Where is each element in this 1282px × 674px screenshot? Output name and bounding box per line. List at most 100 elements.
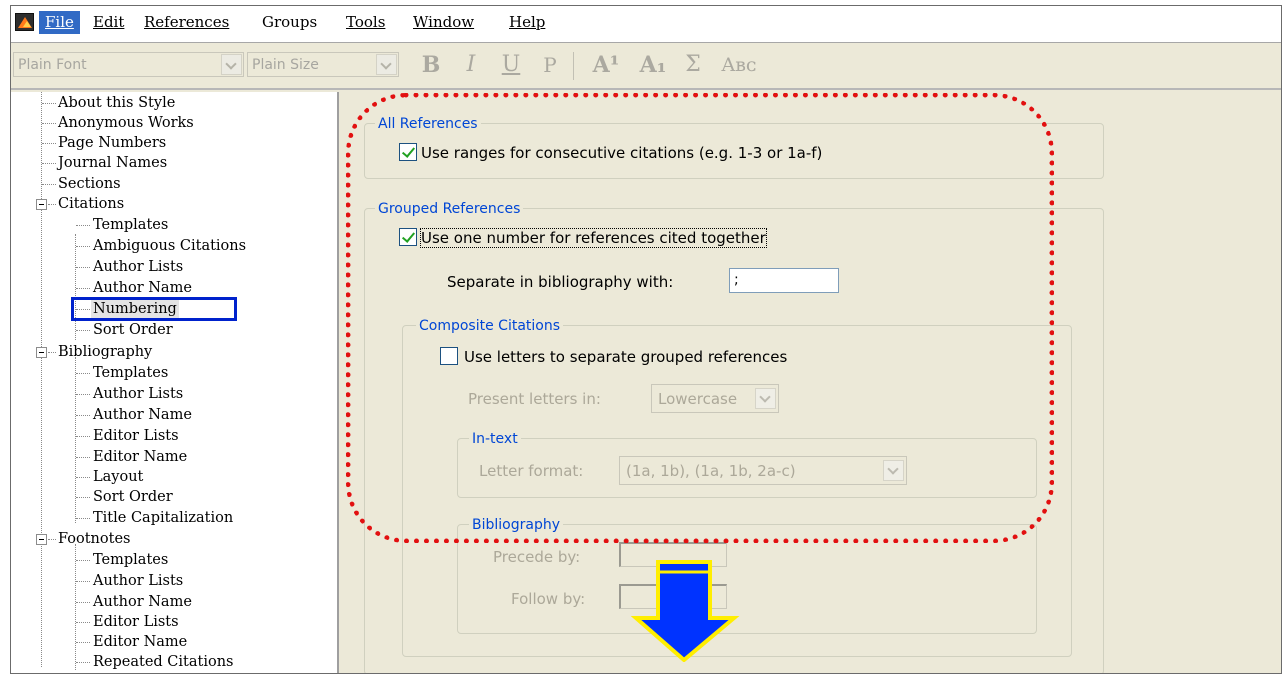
chevron-down-icon[interactable] [883,460,904,481]
bold-button[interactable]: B [417,51,445,79]
letter-format-dropdown[interactable]: (1a, 1b), (1a, 1b, 2a-c) [619,456,907,485]
tree-item-journal-names[interactable]: Journal Names [58,154,167,172]
tree-item-footnotes[interactable]: Footnotes [58,530,130,548]
subscript-button[interactable]: A₁ [635,51,671,79]
tree-item-footnotes-author-lists[interactable]: Author Lists [93,572,183,590]
tree-item-bibliography-layout[interactable]: Layout [93,468,143,486]
tree-item-anonymous-works[interactable]: Anonymous Works [58,114,194,132]
use-ranges-label[interactable]: Use ranges for consecutive citations (e.… [421,144,822,162]
smallcaps-button[interactable]: Aʙᴄ [715,51,763,79]
all-references-title: All References [375,116,481,132]
tree-item-citations-author-lists[interactable]: Author Lists [93,258,183,276]
tree-line [76,330,90,331]
separator-input[interactable]: ; [729,268,839,293]
tree-item-citations-sort-order[interactable]: Sort Order [93,321,173,339]
superscript-button[interactable]: A¹ [585,51,627,79]
tree-item-bibliography-editor-lists[interactable]: Editor Lists [93,427,179,445]
tree-line [42,143,56,144]
format-toolbar: Plain Font Plain Size B I U P A¹ A₁ Σ Aʙ… [11,43,1281,90]
tree-line [76,642,90,643]
style-sections-tree: About this Style Anonymous Works Page Nu… [11,92,339,673]
composite-citations-title: Composite Citations [416,318,564,334]
collapse-icon[interactable] [36,347,47,358]
tree-item-repeated-citations[interactable]: Repeated Citations [93,653,233,671]
tree-line [42,163,56,164]
menu-edit[interactable]: Edit [87,11,130,34]
bibliography-sub-title: Bibliography [469,517,563,533]
menu-tools[interactable]: Tools [340,11,391,34]
tree-item-bibliography-author-name[interactable]: Author Name [93,406,192,424]
size-combo[interactable]: Plain Size [247,52,399,77]
menu-file[interactable]: File [39,11,80,34]
tree-line [76,267,90,268]
app-icon[interactable] [15,13,34,31]
tree-line [76,436,90,437]
use-letters-label[interactable]: Use letters to separate grouped referenc… [464,348,787,366]
tree-item-bibliography-editor-name[interactable]: Editor Name [93,448,187,466]
follow-by-label: Follow by: [511,590,586,608]
tree-line [75,234,76,340]
tree-item-bibliography-sort-order[interactable]: Sort Order [93,488,173,506]
tree-item-footnotes-templates[interactable]: Templates [93,551,168,569]
tree-line [48,204,56,205]
grouped-references-title: Grouped References [375,201,524,217]
menu-window[interactable]: Window [407,11,480,34]
tree-item-footnotes-author-name[interactable]: Author Name [93,593,192,611]
tree-item-citations-templates[interactable]: Templates [93,216,168,234]
present-letters-dropdown[interactable]: Lowercase [651,384,779,413]
tree-item-about-style[interactable]: About this Style [58,94,175,112]
use-one-number-checkbox[interactable] [399,228,417,246]
tree-item-footnotes-editor-name[interactable]: Editor Name [93,633,187,651]
tree-line [76,497,90,498]
use-one-number-label[interactable]: Use one number for references cited toge… [420,228,767,248]
menu-references[interactable]: References [138,11,235,34]
tree-item-bibliography[interactable]: Bibliography [58,343,152,361]
tree-item-title-capitalization[interactable]: Title Capitalization [93,509,233,527]
menu-groups[interactable]: Groups [256,11,323,34]
tree-line [76,394,90,395]
separate-in-bibliography-label: Separate in bibliography with: [447,273,674,291]
menu-bar: File Edit References Groups Tools Window… [11,6,1281,43]
letter-format-label: Letter format: [479,462,584,480]
tree-line [48,539,56,540]
tree-item-sections[interactable]: Sections [58,175,121,193]
tree-line [76,457,90,458]
tree-item-footnotes-editor-lists[interactable]: Editor Lists [93,613,179,631]
tree-line [76,225,90,226]
underline-button[interactable]: U [497,51,525,79]
tree-item-bibliography-templates[interactable]: Templates [93,364,168,382]
tree-line [76,581,90,582]
use-ranges-checkbox[interactable] [399,143,417,161]
plain-button[interactable]: P [537,51,563,79]
bibliography-sub-group [457,524,1037,634]
tree-line [76,373,90,374]
tree-item-ambiguous-citations[interactable]: Ambiguous Citations [93,237,246,255]
font-combo-value: Plain Font [18,57,87,73]
chevron-down-icon[interactable] [376,54,397,75]
use-letters-checkbox[interactable] [440,347,458,365]
italic-button[interactable]: I [459,51,483,79]
tree-line [42,103,56,104]
letter-format-value: (1a, 1b), (1a, 1b, 2a-c) [626,462,796,480]
chevron-down-icon[interactable] [755,388,776,409]
tree-line [75,544,76,670]
selection-highlight-box [71,297,237,321]
present-letters-value: Lowercase [658,390,738,408]
separator-input-value: ; [734,272,739,288]
symbol-button[interactable]: Σ [677,51,709,79]
tree-line [42,123,56,124]
chevron-down-icon[interactable] [221,54,242,75]
tree-item-citations[interactable]: Citations [58,195,124,213]
tree-item-bibliography-author-lists[interactable]: Author Lists [93,385,183,403]
collapse-icon[interactable] [36,534,47,545]
in-text-title: In-text [469,431,521,447]
menu-help[interactable]: Help [503,11,551,34]
font-combo[interactable]: Plain Font [13,52,244,77]
tree-line [42,184,56,185]
tree-line [76,415,90,416]
tree-item-citations-author-name[interactable]: Author Name [93,279,192,297]
precede-by-label: Precede by: [493,548,581,566]
tree-item-page-numbers[interactable]: Page Numbers [58,134,166,152]
toolbar-separator [573,52,574,80]
collapse-icon[interactable] [36,199,47,210]
